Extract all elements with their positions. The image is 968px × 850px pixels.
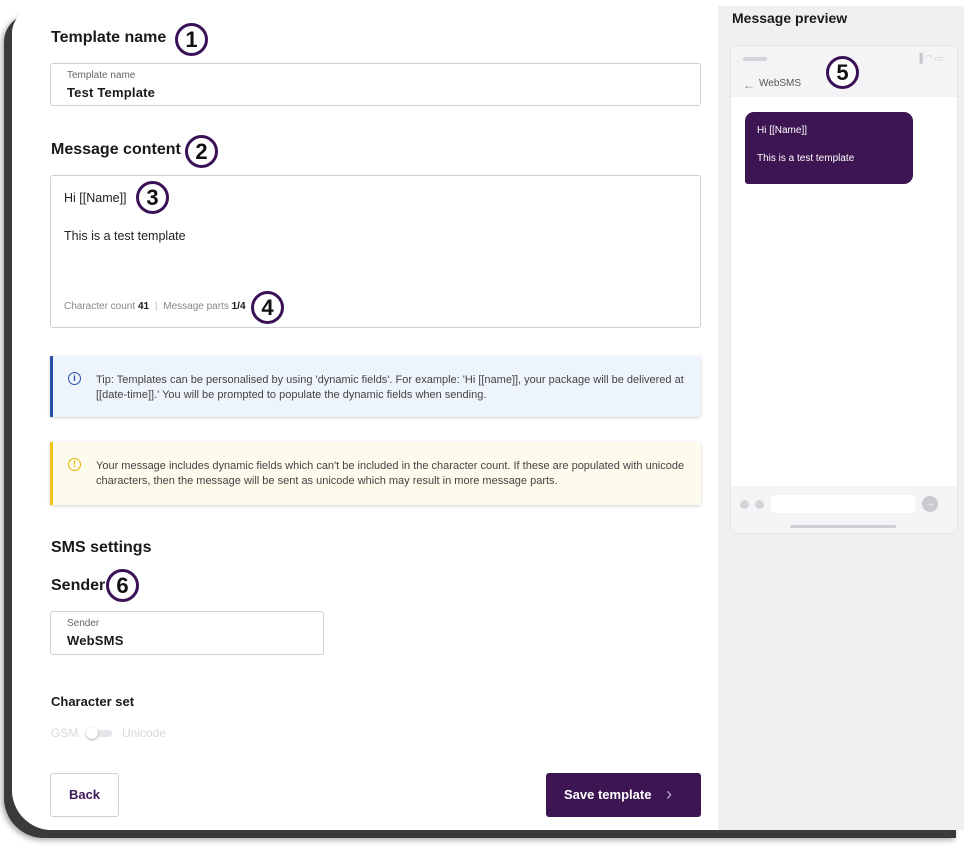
phone-message-input [771, 495, 915, 513]
phone-bottom-bar: → [731, 486, 957, 533]
annotation-marker-6: 6 [106, 569, 139, 602]
count-separator: | [154, 301, 158, 312]
character-counter: Character count 41 | Message parts 1/4 [64, 301, 246, 312]
sender-field[interactable]: Sender WebSMS [50, 611, 324, 655]
toggle-knob[interactable] [86, 727, 98, 739]
back-arrow-icon: ← [743, 78, 755, 92]
message-preview-title: Message preview [732, 10, 848, 26]
message-parts-label: Message parts [163, 301, 229, 312]
tip-text: Tip: Templates can be personalised by us… [96, 374, 684, 401]
phone-mockup: ▐◠▭ ← WebSMS Hi [[Name]] This is a test … [731, 46, 957, 533]
template-name-label: Template name [67, 70, 136, 81]
tip-callout: i Tip: Templates can be personalised by … [50, 356, 701, 417]
message-content-heading: Message content [51, 141, 181, 158]
info-icon: i [68, 372, 81, 385]
warning-callout: ! Your message includes dynamic fields w… [50, 442, 701, 505]
phone-notch [743, 57, 767, 61]
message-preview-panel: Message preview ▐◠▭ ← WebSMS Hi [[Name]]… [718, 6, 964, 830]
emoji-dot-icon [755, 500, 764, 509]
template-name-heading: Template name [51, 29, 167, 46]
warning-text: Your message includes dynamic fields whi… [96, 460, 685, 487]
unicode-label: Unicode [122, 726, 167, 740]
sender-label: Sender [67, 618, 100, 629]
warning-accent-bar [50, 442, 53, 505]
app-window: Template name Template name Test Templat… [12, 6, 964, 830]
annotation-marker-2: 2 [185, 135, 218, 168]
home-indicator [790, 525, 896, 528]
message-line-2: This is a test template [64, 229, 186, 243]
attach-dot-icon [740, 500, 749, 509]
tip-accent-bar [50, 356, 53, 417]
sms-settings-heading: SMS settings [51, 539, 152, 556]
char-count-value: 41 [137, 301, 150, 312]
character-set-heading: Character set [51, 694, 135, 709]
save-template-label: Save template [564, 787, 652, 802]
status-icons: ▐◠▭ [916, 53, 945, 63]
template-name-value[interactable]: Test Template [67, 85, 155, 100]
bubble-line-2: This is a test template [757, 153, 855, 164]
character-set-toggle[interactable] [86, 727, 112, 739]
annotation-marker-3: 3 [136, 181, 169, 214]
message-bubble: Hi [[Name]] This is a test template [745, 112, 913, 184]
chevron-right-icon: › [666, 784, 672, 804]
message-parts-value: 1/4 [231, 301, 246, 312]
gsm-label: GSM [51, 726, 79, 740]
preview-sender-name: WebSMS [759, 78, 802, 89]
sender-value[interactable]: WebSMS [67, 633, 124, 648]
template-name-field[interactable]: Template name Test Template [50, 63, 701, 106]
save-template-button[interactable]: Save template › [546, 773, 701, 817]
annotation-marker-1: 1 [175, 23, 208, 56]
template-form: Template name Template name Test Templat… [12, 6, 718, 830]
annotation-marker-4: 4 [251, 291, 284, 324]
back-button[interactable]: Back [50, 773, 119, 817]
annotation-marker-5: 5 [826, 56, 859, 89]
message-line-1: Hi [[Name]] [64, 191, 127, 205]
char-count-label: Character count [64, 301, 136, 312]
sender-heading: Sender [51, 577, 106, 594]
send-arrow-icon: → [922, 496, 938, 512]
bubble-line-1: Hi [[Name]] [757, 125, 808, 136]
warning-icon: ! [68, 458, 81, 471]
